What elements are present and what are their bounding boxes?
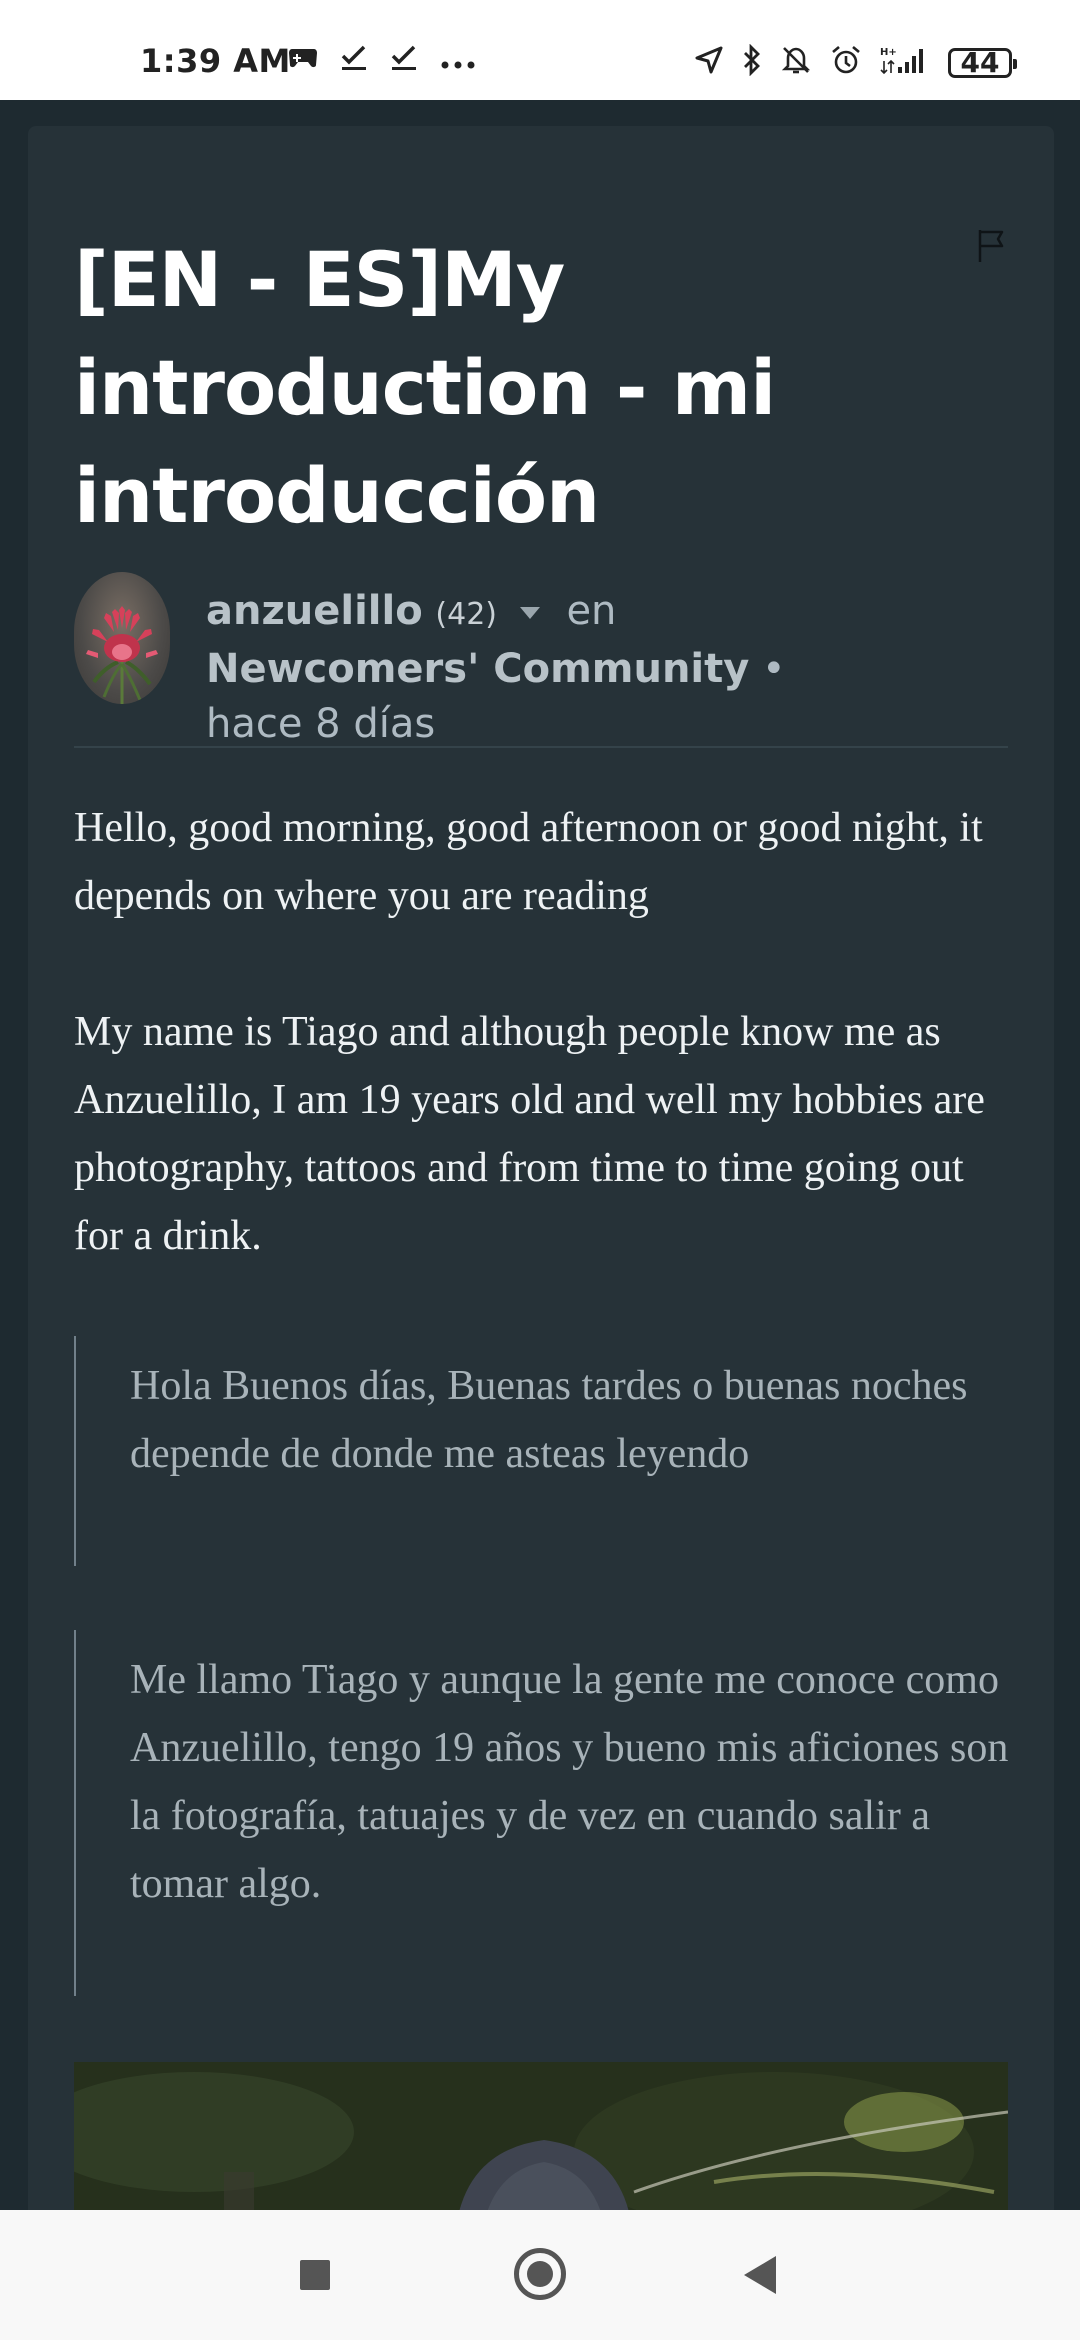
navigation-bar (0, 2210, 1080, 2340)
post-meta: anzuelillo (42) en Newcomers' Community … (206, 584, 846, 752)
in-label: en (566, 588, 617, 634)
svg-text:H+: H+ (880, 47, 897, 58)
post-time: hace 8 días (206, 701, 436, 747)
chevron-down-icon[interactable] (519, 607, 540, 619)
flag-icon[interactable] (972, 226, 1012, 266)
bluetooth-icon (742, 43, 762, 81)
post-paragraph: My name is Tiago and although people kno… (74, 1009, 985, 1259)
divider (74, 746, 1008, 748)
author-reputation: (42) (435, 597, 497, 632)
meta-separator: • (762, 646, 786, 692)
game-controller-icon (288, 45, 318, 76)
blockquote: Hola Buenos días, Buenas tardes o buenas… (74, 1336, 1014, 1566)
author-avatar[interactable] (74, 572, 170, 704)
bell-off-icon (780, 44, 812, 81)
back-button[interactable] (744, 2256, 776, 2294)
post-paragraph: Hello, good morning, good afternoon or g… (74, 805, 983, 919)
check-icon (390, 44, 418, 77)
location-arrow-icon (694, 45, 724, 80)
author-name[interactable]: anzuelillo (206, 588, 423, 634)
alarm-icon (830, 44, 862, 81)
signal-icon: H+ (880, 45, 930, 80)
system-icons: H+ 44 (694, 43, 1017, 81)
notification-icons (288, 44, 476, 77)
home-button[interactable] (514, 2248, 566, 2300)
recents-button[interactable] (300, 2260, 330, 2290)
post-card: [EN - ES]My introduction - mi introducci… (28, 126, 1054, 2256)
status-bar: 1:39 AM H+ 44 (0, 0, 1080, 100)
blockquote: Me llamo Tiago y aunque la gente me cono… (74, 1630, 1014, 1996)
post-title: [EN - ES]My introduction - mi introducci… (74, 235, 776, 540)
status-time: 1:39 AM (140, 42, 291, 80)
check-icon (340, 44, 368, 77)
battery-indicator: 44 (948, 47, 1017, 78)
more-dots-icon (440, 47, 476, 75)
community-link[interactable]: Newcomers' Community (206, 646, 749, 692)
